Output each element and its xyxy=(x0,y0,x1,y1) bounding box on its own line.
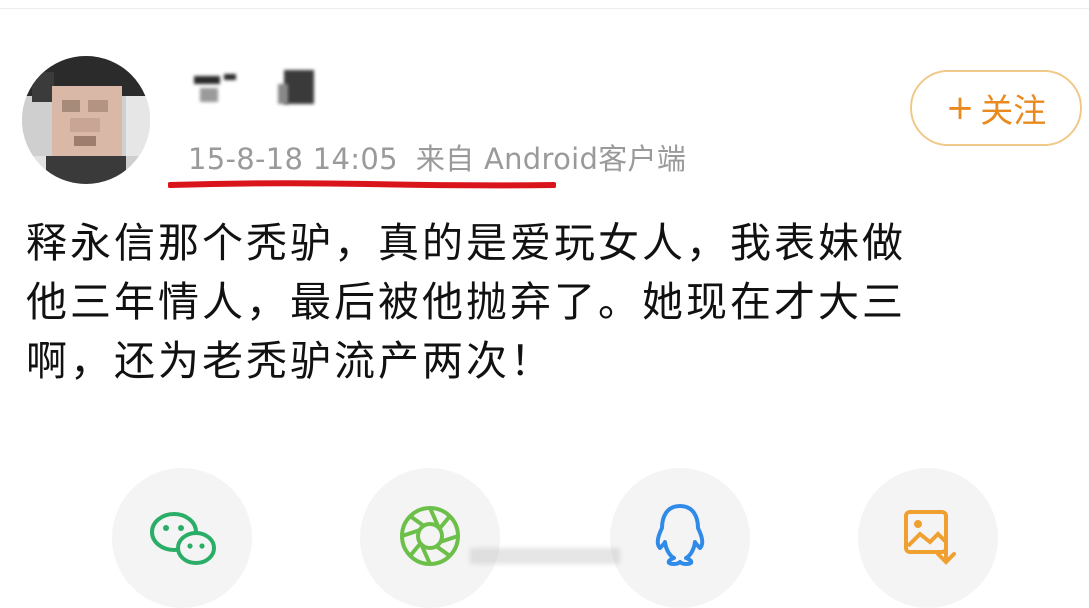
plus-icon: + xyxy=(945,88,975,128)
share-wechat-button[interactable] xyxy=(112,468,252,608)
moments-icon xyxy=(400,506,460,566)
post-source: 来自 Android客户端 xyxy=(415,142,687,176)
post-line: 他三年情人，最后被他抛弃了。她现在才大三 xyxy=(26,278,906,326)
post-body: 释永信那个秃驴，真的是爱玩女人，我表妹做 他三年情人，最后被他抛弃了。她现在才大… xyxy=(26,214,1066,391)
name-blur-block xyxy=(200,88,218,102)
author-name[interactable] xyxy=(190,62,330,112)
top-divider xyxy=(0,8,1089,9)
name-blur-block xyxy=(194,76,220,84)
follow-button[interactable]: + 关注 xyxy=(910,70,1082,146)
share-moments-button[interactable] xyxy=(360,468,500,608)
follow-label: 关注 xyxy=(980,91,1047,130)
watermark xyxy=(470,548,620,564)
post-meta: 15-8-18 14:05 来自 Android客户端 xyxy=(188,136,686,178)
share-save-image-button[interactable] xyxy=(858,468,998,608)
share-qq-button[interactable] xyxy=(610,468,750,608)
qq-icon xyxy=(655,504,705,566)
avatar-image xyxy=(22,56,150,184)
post-timestamp: 15-8-18 14:05 xyxy=(188,142,398,176)
post-line: 释永信那个秃驴，真的是爱玩女人，我表妹做 xyxy=(26,219,906,267)
wechat-icon xyxy=(150,512,216,565)
name-blur-block xyxy=(284,70,314,104)
post-line: 啊，还为老秃驴流产两次！ xyxy=(26,337,554,385)
save-image-icon xyxy=(904,510,956,565)
red-underline-annotation xyxy=(168,180,556,189)
name-blur-block xyxy=(224,74,236,80)
name-blur-block xyxy=(278,84,288,104)
avatar[interactable] xyxy=(22,56,150,184)
